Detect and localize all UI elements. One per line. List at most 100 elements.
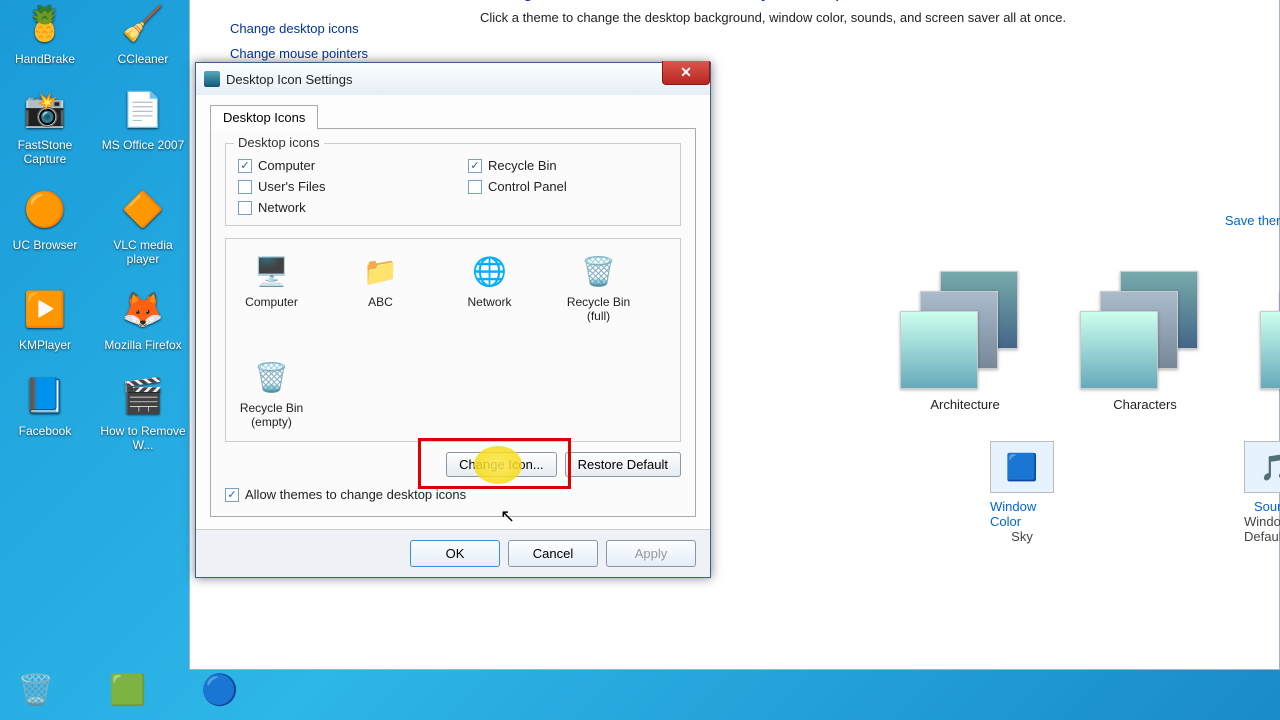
theme-label: Architecture: [930, 397, 999, 412]
allow-themes-row: ✓ Allow themes to change desktop icons: [225, 487, 681, 502]
bottom-label: Sounds: [1254, 499, 1280, 514]
bottom-sublabel: Windows Default: [1244, 514, 1280, 544]
checkbox-row: Network: [238, 200, 438, 215]
checkbox-row: User's Files: [238, 179, 438, 194]
taskbar-icon[interactable]: 🟩: [104, 666, 152, 714]
bottom-label: Window Color: [990, 499, 1054, 529]
icon-preview-label: Recycle Bin (full): [561, 295, 636, 323]
app-icon: 📸: [21, 86, 69, 134]
dialog-body: Desktop Icons Desktop icons ✓Computer✓Re…: [196, 95, 710, 529]
app-label: VLC media player: [98, 238, 188, 266]
dialog-title: Desktop Icon Settings: [226, 72, 352, 87]
checkbox[interactable]: [238, 180, 252, 194]
cancel-button[interactable]: Cancel: [508, 540, 598, 567]
theme-item[interactable]: Architecture: [900, 271, 1030, 412]
desktop-icon[interactable]: 📘Facebook: [6, 372, 84, 452]
app-label: CCleaner: [98, 52, 188, 66]
page-title: Change the visuals and sounds on your co…: [480, 0, 1239, 2]
icon-item[interactable]: 🗑️ Recycle Bin (empty): [234, 357, 309, 429]
checkbox-label: Control Panel: [488, 179, 567, 194]
icon-preview-grid: 🖥️Computer📁ABC🌐Network🗑️Recycle Bin (ful…: [225, 238, 681, 442]
icon-item[interactable]: 🌐 Network: [452, 251, 527, 323]
icon-preview-icon: 🌐: [470, 251, 510, 291]
checkbox[interactable]: ✓: [238, 159, 252, 173]
desktop-icon[interactable]: 🧹CCleaner: [104, 0, 182, 66]
bottom-thumb-icon: 🎵: [1244, 441, 1280, 493]
theme-thumb: [1080, 271, 1210, 391]
save-theme-link[interactable]: Save them: [1225, 213, 1280, 228]
desktop-icons-area: 🍍HandBrake 🧹CCleaner 📸FastStone Capture 📄MS…: [6, 0, 182, 472]
bottom-item[interactable]: 🎵 SoundsWindows Default: [1244, 441, 1280, 544]
checkbox[interactable]: [468, 180, 482, 194]
icon-preview-icon: 🗑️: [252, 357, 292, 397]
app-icon: 🍍: [21, 0, 69, 48]
desktop-icon[interactable]: 🎬How to Remove W...: [104, 372, 182, 452]
change-icon-wrapper: Change Icon...: [446, 452, 557, 477]
change-icon-button[interactable]: Change Icon...: [446, 452, 557, 477]
bottom-row: 🟦 Window ColorSky 🎵 SoundsWindows Default: [990, 441, 1280, 544]
theme-item[interactable]: Landscapes: [1260, 271, 1280, 412]
desktop-icon[interactable]: 🦊Mozilla Firefox: [104, 286, 182, 352]
checkbox-row: ✓Computer: [238, 158, 438, 173]
theme-thumb: [1260, 271, 1280, 391]
desktop-icon[interactable]: 🔶VLC media player: [104, 186, 182, 266]
ok-button[interactable]: OK: [410, 540, 500, 567]
dialog-title-icon: [204, 71, 220, 87]
desktop-icon[interactable]: 🟠UC Browser: [6, 186, 84, 266]
app-label: FastStone Capture: [0, 138, 90, 166]
app-icon: 📘: [21, 372, 69, 420]
app-label: KMPlayer: [0, 338, 90, 352]
desktop-icon-settings-dialog: Desktop Icon Settings ✕ Desktop Icons De…: [195, 62, 711, 578]
icon-item[interactable]: 📁ABC: [343, 251, 418, 323]
theme-thumb: [900, 271, 1030, 391]
checkbox-grid: ✓Computer✓Recycle BinUser's FilesControl…: [238, 158, 668, 215]
allow-themes-checkbox[interactable]: ✓: [225, 488, 239, 502]
desktop: Change desktop icons Change mouse pointe…: [0, 0, 1280, 720]
icon-preview-icon: 🖥️: [252, 251, 292, 291]
group-title: Desktop icons: [234, 135, 324, 150]
app-label: HandBrake: [0, 52, 90, 66]
restore-default-button[interactable]: Restore Default: [565, 452, 681, 477]
icon-button-row: Change Icon... Restore Default: [225, 452, 681, 477]
bottom-thumb-icon: 🟦: [990, 441, 1054, 493]
icon-preview-label: Recycle Bin (empty): [234, 401, 309, 429]
bottom-item[interactable]: 🟦 Window ColorSky: [990, 441, 1054, 544]
side-links: Change desktop icons Change mouse pointe…: [230, 21, 368, 61]
bottom-sublabel: Sky: [1011, 529, 1033, 544]
icon-preview-label: ABC: [368, 295, 393, 309]
theme-label: Characters: [1113, 397, 1177, 412]
theme-item[interactable]: Characters: [1080, 271, 1210, 412]
close-button[interactable]: ✕: [662, 61, 710, 85]
app-label: UC Browser: [0, 238, 90, 252]
tab-panel: Desktop icons ✓Computer✓Recycle BinUser'…: [210, 128, 696, 517]
page-subtitle: Click a theme to change the desktop back…: [480, 10, 1239, 25]
icon-item[interactable]: 🗑️Recycle Bin (full): [561, 251, 636, 323]
icon-item[interactable]: 🖥️ Computer: [234, 251, 309, 323]
desktop-icons-group: Desktop icons ✓Computer✓Recycle BinUser'…: [225, 143, 681, 226]
link-change-mouse-pointers[interactable]: Change mouse pointers: [230, 46, 368, 61]
checkbox-label: Recycle Bin: [488, 158, 557, 173]
dialog-titlebar[interactable]: Desktop Icon Settings ✕: [196, 63, 710, 95]
checkbox[interactable]: [238, 201, 252, 215]
checkbox[interactable]: ✓: [468, 159, 482, 173]
icon-preview-label: Network: [467, 295, 511, 309]
checkbox-label: User's Files: [258, 179, 326, 194]
icon-preview-label: Computer: [245, 295, 298, 309]
app-icon: 🎬: [119, 372, 167, 420]
desktop-icon[interactable]: 🍍HandBrake: [6, 0, 84, 66]
app-icon: 🔶: [119, 186, 167, 234]
checkbox-row: ✓ Recycle Bin: [468, 158, 668, 173]
desktop-icon[interactable]: 📸FastStone Capture: [6, 86, 84, 166]
apply-button[interactable]: Apply: [606, 540, 696, 567]
taskbar-icon[interactable]: 🔵: [196, 666, 244, 714]
app-label: Mozilla Firefox: [98, 338, 188, 352]
checkbox-label: Network: [258, 200, 306, 215]
desktop-icon[interactable]: ▶️KMPlayer: [6, 286, 84, 352]
desktop-icon[interactable]: 📄MS Office 2007: [104, 86, 182, 166]
link-change-desktop-icons[interactable]: Change desktop icons: [230, 21, 368, 36]
app-icon: 🦊: [119, 286, 167, 334]
app-label: Facebook: [0, 424, 90, 438]
app-label: How to Remove W...: [98, 424, 188, 452]
taskbar-icon[interactable]: 🗑️: [12, 666, 60, 714]
tab-desktop-icons[interactable]: Desktop Icons: [210, 105, 318, 129]
